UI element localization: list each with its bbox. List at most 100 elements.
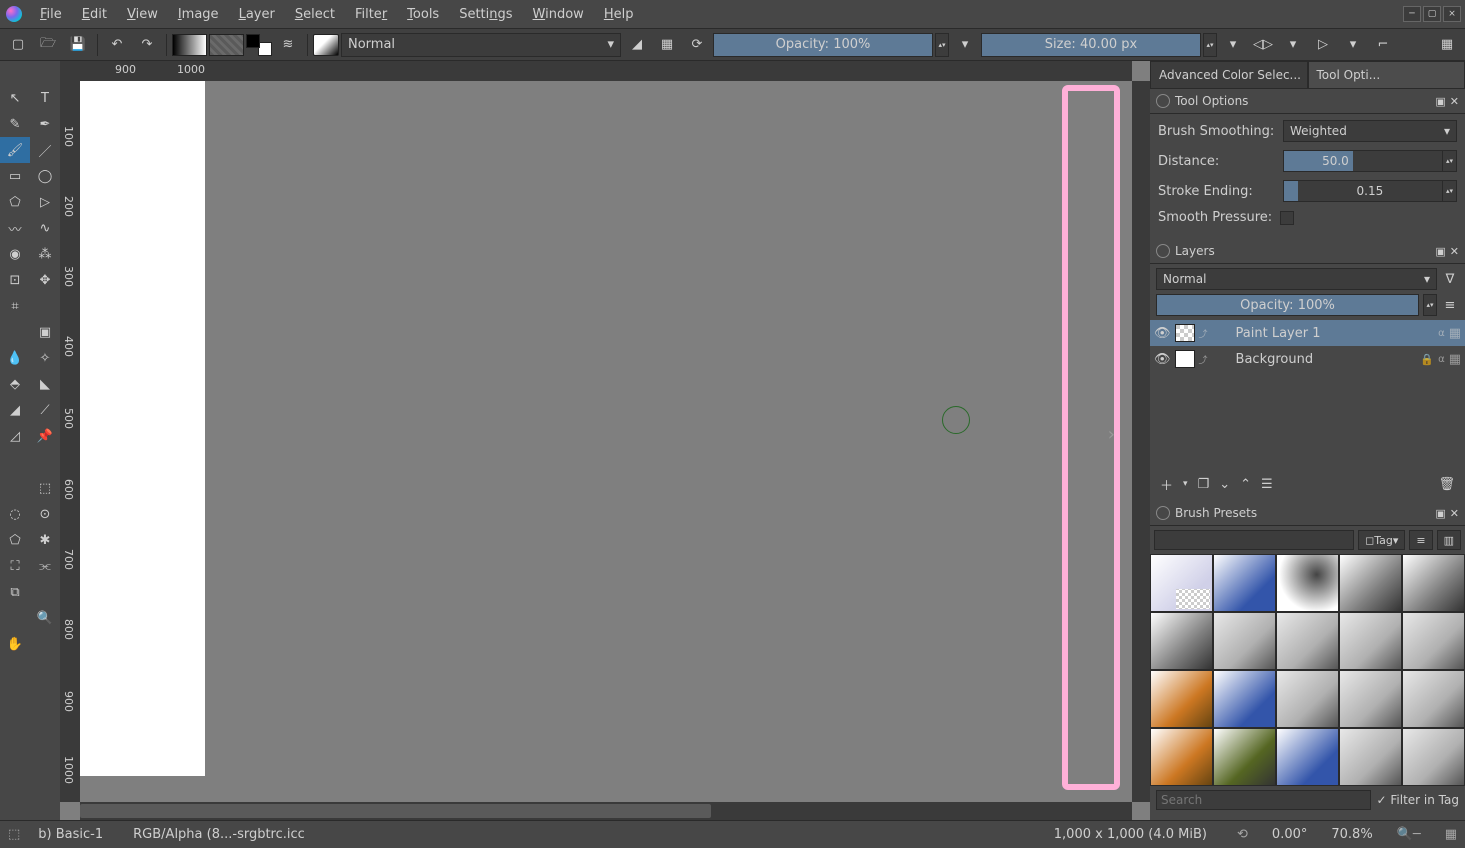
- reference-tool[interactable]: ◿: [0, 423, 30, 449]
- menu-layer[interactable]: Layer: [229, 3, 285, 26]
- add-layer-menu[interactable]: ▾: [1183, 479, 1188, 489]
- mirror-v-menu[interactable]: ▾: [1339, 32, 1367, 58]
- preset-search-input[interactable]: [1156, 790, 1371, 810]
- fill-tool[interactable]: ◣: [30, 371, 60, 397]
- close-panel-button[interactable]: ✕: [1450, 507, 1459, 520]
- layer-opacity-spin[interactable]: ▴▾: [1423, 294, 1437, 316]
- scrollbar-vertical[interactable]: [1132, 81, 1150, 802]
- visibility-icon[interactable]: 👁: [1154, 352, 1171, 367]
- lock-icon[interactable]: 🔒: [1420, 353, 1434, 366]
- close-panel-button[interactable]: ✕: [1450, 245, 1459, 258]
- preset-item[interactable]: [1213, 612, 1276, 670]
- move-down-button[interactable]: ⌄: [1219, 477, 1230, 492]
- size-menu-icon[interactable]: ▾: [1219, 32, 1247, 58]
- preset-item[interactable]: [1150, 612, 1213, 670]
- layer-blend-dropdown[interactable]: Normal ▾: [1156, 268, 1437, 290]
- ellipse-select-tool[interactable]: ◌: [0, 501, 30, 527]
- ruler-vertical[interactable]: 100 200 300 400 500 600 700 800 900 1000: [60, 81, 80, 802]
- layer-alpha-icon[interactable]: α: [1438, 328, 1445, 339]
- preset-item[interactable]: [1339, 728, 1402, 786]
- layer-settings-button[interactable]: ☰: [1261, 477, 1273, 492]
- assistant-tool[interactable]: ◢: [0, 397, 30, 423]
- status-zoom[interactable]: 70.8%: [1331, 827, 1372, 842]
- canvas-viewport[interactable]: [80, 81, 1132, 802]
- ruler-horizontal[interactable]: 900 1000: [80, 61, 1132, 81]
- preset-item[interactable]: [1150, 670, 1213, 728]
- opacity-field[interactable]: Opacity: 100%: [713, 33, 933, 57]
- move-layer-tool[interactable]: ✥: [30, 267, 60, 293]
- brush-preview[interactable]: [313, 34, 339, 56]
- layer-alpha-icon[interactable]: α: [1438, 354, 1445, 365]
- menu-view[interactable]: View: [117, 3, 168, 26]
- pattern-fill-tool[interactable]: ✧: [30, 345, 60, 371]
- window-close[interactable]: ⨯: [1443, 6, 1461, 22]
- measure-tool[interactable]: ⟋: [30, 397, 60, 423]
- mirror-h-menu[interactable]: ▾: [1279, 32, 1307, 58]
- menu-tools[interactable]: Tools: [397, 3, 449, 26]
- mirror-v-button[interactable]: ▷: [1309, 32, 1337, 58]
- menu-window[interactable]: Window: [523, 3, 594, 26]
- duplicate-layer-button[interactable]: ❐: [1198, 477, 1210, 492]
- opacity-spin[interactable]: ▴▾: [935, 33, 949, 57]
- blend-mode-dropdown[interactable]: Normal ▾: [341, 33, 621, 57]
- save-button[interactable]: 💾: [64, 32, 92, 58]
- menu-filter[interactable]: Filter: [345, 3, 397, 26]
- tab-advanced-color[interactable]: Advanced Color Selec...: [1150, 61, 1308, 89]
- rotate-icon[interactable]: ⟲: [1237, 827, 1248, 842]
- palette-icon[interactable]: ▦: [1445, 827, 1457, 842]
- wrap-button[interactable]: ⌐: [1369, 32, 1397, 58]
- smooth-pressure-checkbox[interactable]: [1280, 211, 1294, 225]
- line-tool[interactable]: ／: [30, 137, 60, 163]
- edit-shapes-tool[interactable]: ✎: [0, 111, 30, 137]
- rectangle-tool[interactable]: ▭: [0, 163, 30, 189]
- spin-arrows[interactable]: ▴▾: [1442, 151, 1456, 171]
- menu-settings[interactable]: Settings: [449, 3, 522, 26]
- layer-thumbnail[interactable]: [1175, 324, 1195, 342]
- undo-button[interactable]: ↶: [103, 32, 131, 58]
- menu-edit[interactable]: Edit: [72, 3, 117, 26]
- preset-item[interactable]: [1339, 612, 1402, 670]
- smoothing-dropdown[interactable]: Weighted ▾: [1283, 120, 1457, 142]
- transform-tool[interactable]: ⊡: [0, 267, 30, 293]
- polygon-select-tool[interactable]: ⬠: [0, 527, 30, 553]
- layer-menu-icon[interactable]: ≡: [1441, 294, 1459, 316]
- color-picker-tool[interactable]: 💧: [0, 345, 30, 371]
- brush-size-spin[interactable]: ▴▾: [1203, 33, 1217, 57]
- preset-item[interactable]: [1402, 670, 1465, 728]
- contiguous-select-tool[interactable]: ✱: [30, 527, 60, 553]
- scrollbar-horizontal[interactable]: [80, 802, 1132, 820]
- preset-item[interactable]: [1213, 554, 1276, 612]
- polyline-tool[interactable]: ▷: [30, 189, 60, 215]
- preset-item[interactable]: [1402, 612, 1465, 670]
- dyna-brush-tool[interactable]: ◉: [0, 241, 30, 267]
- alpha-lock-button[interactable]: ▦: [653, 32, 681, 58]
- bezier-select-tool[interactable]: ⫘: [30, 553, 60, 579]
- preset-item[interactable]: [1402, 554, 1465, 612]
- tag-button[interactable]: ◻ Tag ▾: [1358, 530, 1405, 550]
- mirror-h-button[interactable]: ◁▷: [1249, 32, 1277, 58]
- preset-tag-dropdown[interactable]: [1154, 530, 1354, 550]
- preset-item[interactable]: [1276, 612, 1339, 670]
- freehand-brush-tool[interactable]: 🖌: [0, 137, 30, 163]
- preset-item[interactable]: [1402, 728, 1465, 786]
- tab-tool-options[interactable]: Tool Opti...: [1308, 61, 1465, 89]
- multi-brush-tool[interactable]: ⁂: [30, 241, 60, 267]
- close-panel-button[interactable]: ✕: [1450, 95, 1459, 108]
- layer-name[interactable]: Paint Layer 1: [1212, 326, 1435, 341]
- move-tool[interactable]: ↖: [0, 85, 30, 111]
- opacity-menu-icon[interactable]: ▾: [951, 32, 979, 58]
- filter-in-tag-toggle[interactable]: Filter in Tag: [1377, 793, 1459, 807]
- smart-fill-tool[interactable]: ⬘: [0, 371, 30, 397]
- pin-tool[interactable]: 📌: [30, 423, 60, 449]
- layer-thumbnail[interactable]: [1175, 350, 1195, 368]
- preset-item[interactable]: [1150, 728, 1213, 786]
- window-maximize[interactable]: ▢: [1423, 6, 1441, 22]
- redo-button[interactable]: ↷: [133, 32, 161, 58]
- brush-size-field[interactable]: Size: 40.00 px: [981, 33, 1201, 57]
- eraser-mode-button[interactable]: ◢: [623, 32, 651, 58]
- layer-filter-icon[interactable]: ∇: [1441, 268, 1459, 290]
- layer-name[interactable]: Background: [1212, 352, 1417, 367]
- float-panel-button[interactable]: ▣: [1435, 95, 1445, 108]
- stroke-ending-field[interactable]: 0.15 ▴▾: [1283, 180, 1457, 202]
- layer-row[interactable]: 👁 ⤴ Background 🔒 α ▦: [1150, 346, 1465, 372]
